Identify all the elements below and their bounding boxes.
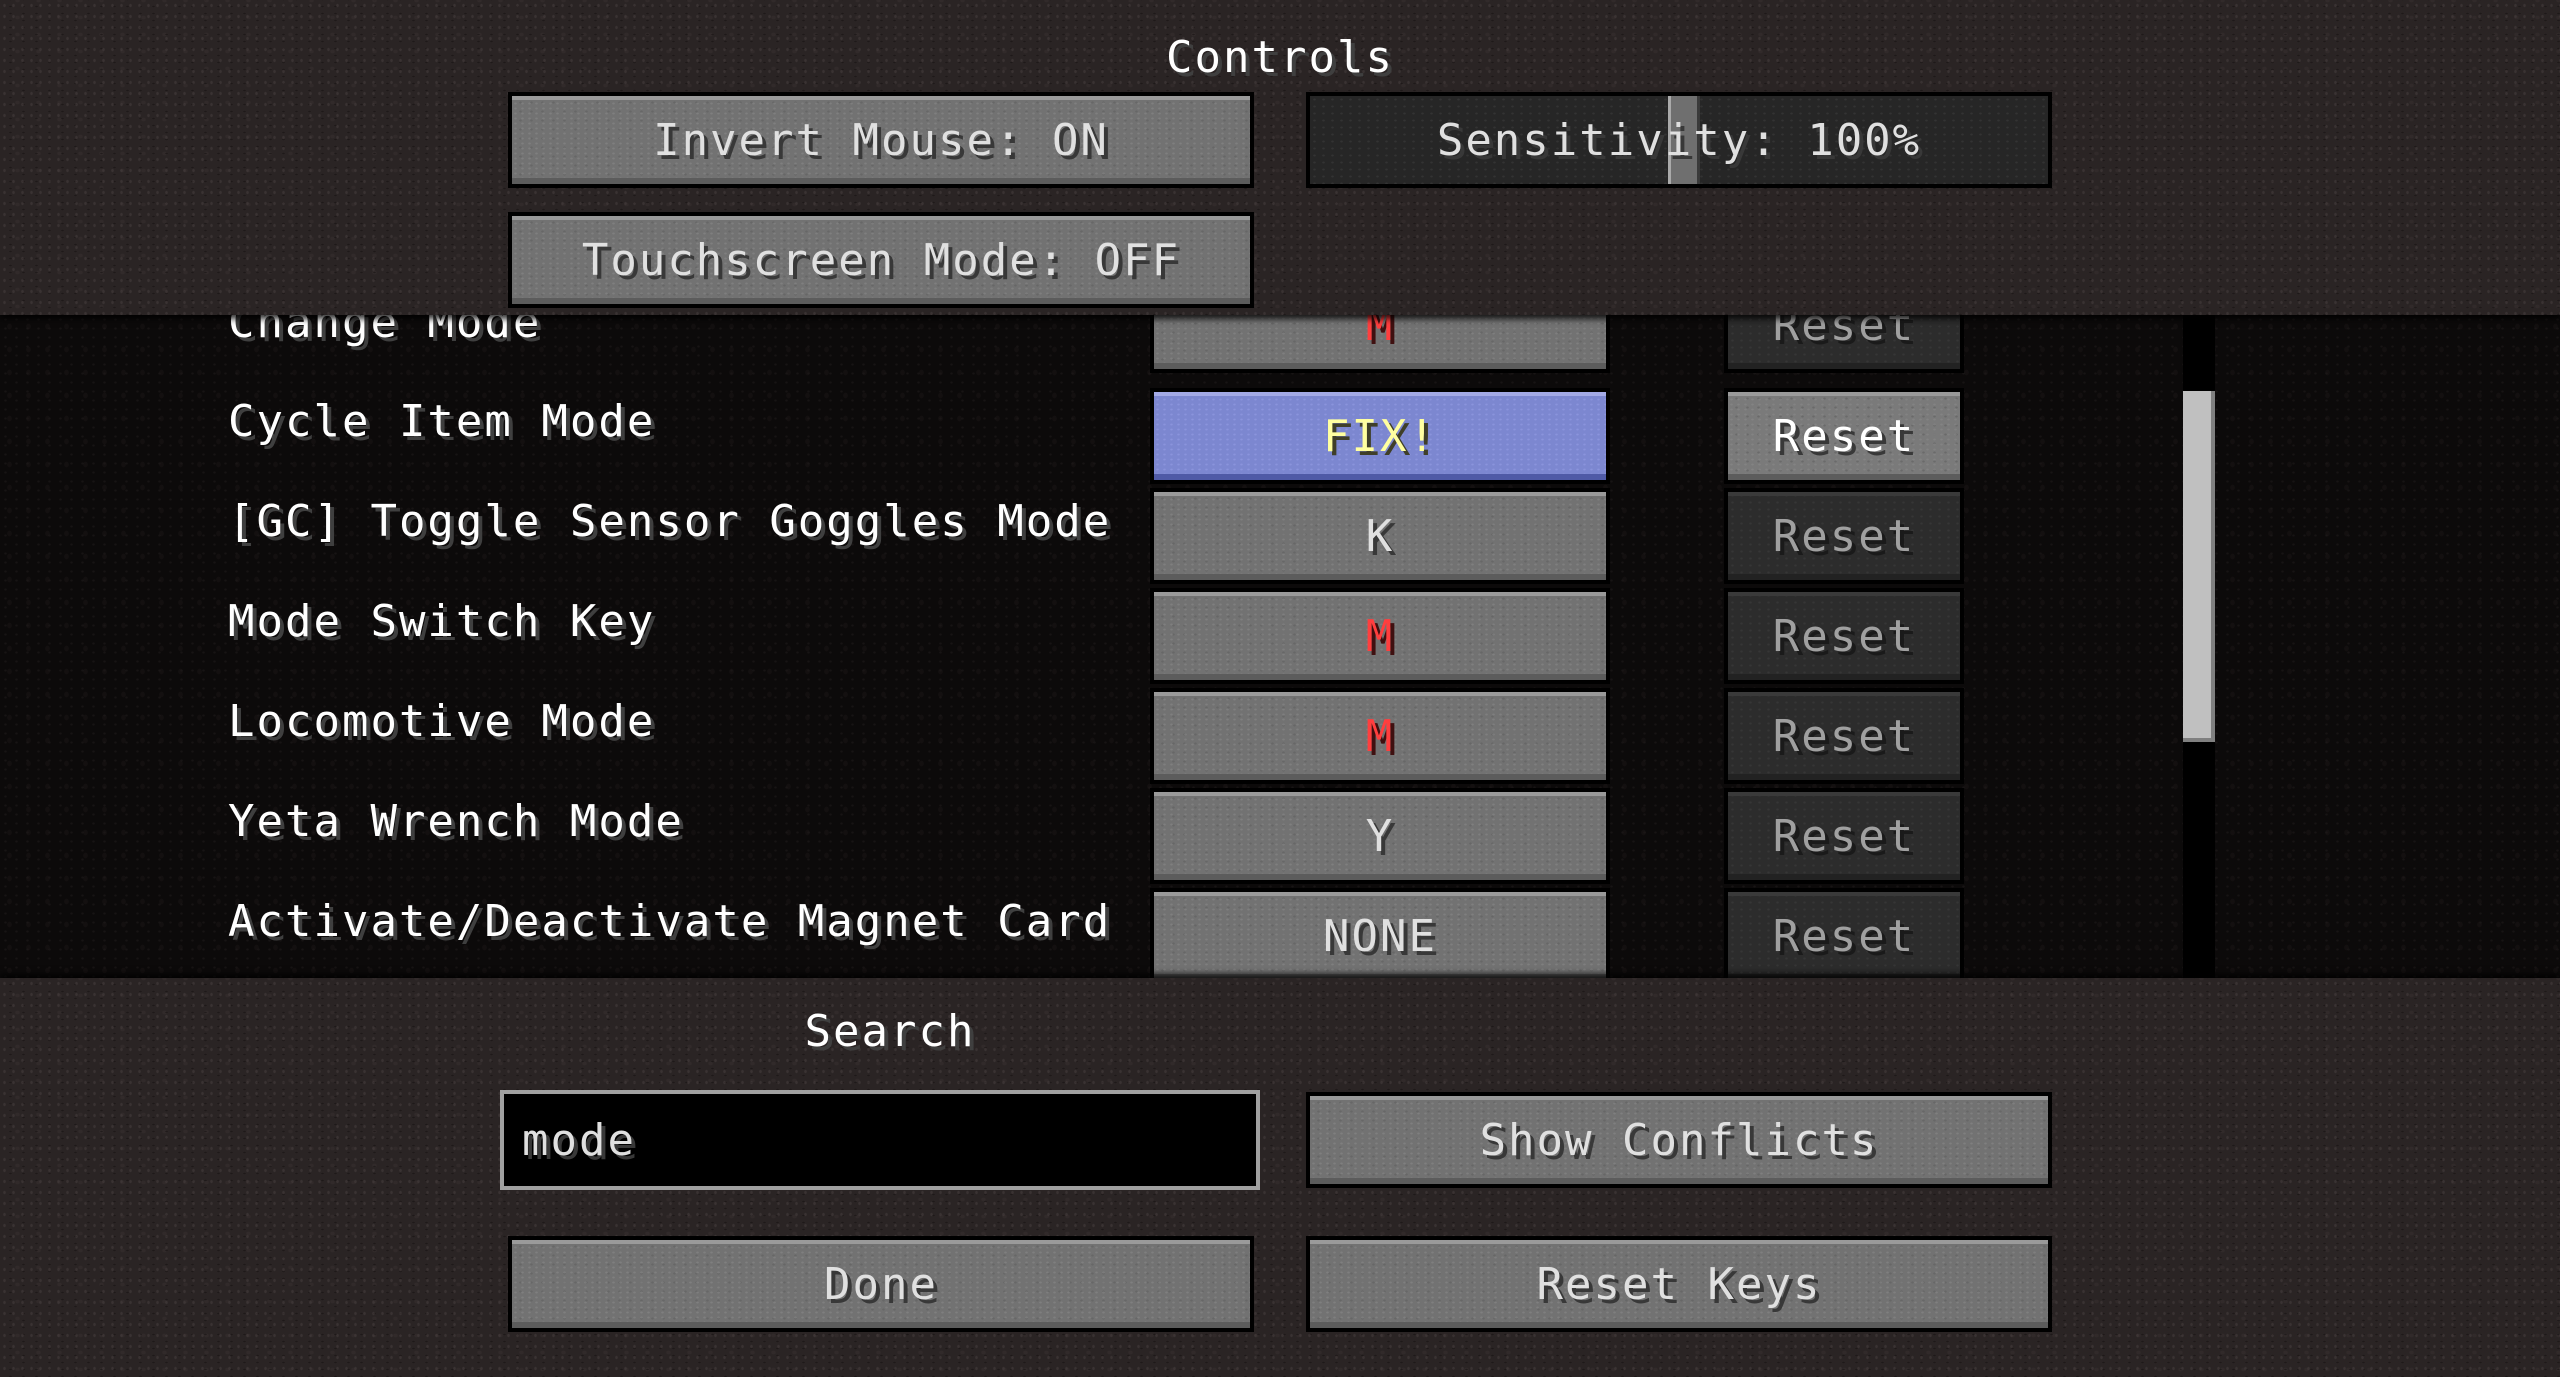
keybind-label: Activate/Deactivate Magnet Card [228,896,1112,947]
reset-keys-button[interactable]: Reset Keys [1306,1236,2052,1332]
keybind-label: [GC] Toggle Sensor Goggles Mode [228,496,1112,547]
reset-button[interactable]: Reset [1724,388,1964,484]
keybind-label: Yeta Wrench Mode [228,796,684,847]
reset-button[interactable]: Reset [1724,315,1964,373]
page-title: Controls [1166,32,1394,83]
sensitivity-slider[interactable]: Sensitivity: 100% [1306,92,2052,188]
sensitivity-label: Sensitivity: 100% [1436,114,1922,166]
reset-button[interactable]: Reset [1724,788,1964,884]
reset-button[interactable]: Reset [1724,688,1964,784]
key-value: Y [1365,810,1395,862]
key-value: K [1365,510,1395,562]
reset-button[interactable]: Reset [1724,488,1964,584]
reset-button[interactable]: Reset [1724,588,1964,684]
search-label: Search [804,1006,976,1057]
invert-mouse-button[interactable]: Invert Mouse: ON [508,92,1254,188]
key-value: M [1365,315,1395,351]
key-value: NONE [1323,910,1437,962]
keybind-list[interactable]: Change Mode M Reset Cycle Item Mode FIX!… [0,315,2560,978]
key-value: M [1365,610,1395,662]
keybind-button-conflict[interactable]: FIX! [1150,388,1610,484]
keybind-label: Cycle Item Mode [228,396,656,447]
keybind-button[interactable]: NONE [1150,888,1610,978]
keybind-button[interactable]: Y [1150,788,1610,884]
keybind-button[interactable]: K [1150,488,1610,584]
key-value: FIX! [1323,410,1437,462]
scrollbar-thumb[interactable] [2183,391,2215,742]
keybind-button[interactable]: M [1150,588,1610,684]
footer-panel [0,978,2560,1377]
touchscreen-mode-button[interactable]: Touchscreen Mode: OFF [508,212,1254,308]
done-button[interactable]: Done [508,1236,1254,1332]
keybind-label: Locomotive Mode [228,696,656,747]
reset-button[interactable]: Reset [1724,888,1964,978]
show-conflicts-button[interactable]: Show Conflicts [1306,1092,2052,1188]
keybind-label: Change Mode [228,315,542,348]
keybind-label: Mode Switch Key [228,596,656,647]
keybind-button[interactable]: M [1150,688,1610,784]
keybind-button[interactable]: M [1150,315,1610,373]
key-value: M [1365,710,1395,762]
scrollbar[interactable] [2183,315,2215,978]
search-input[interactable] [500,1090,1260,1190]
